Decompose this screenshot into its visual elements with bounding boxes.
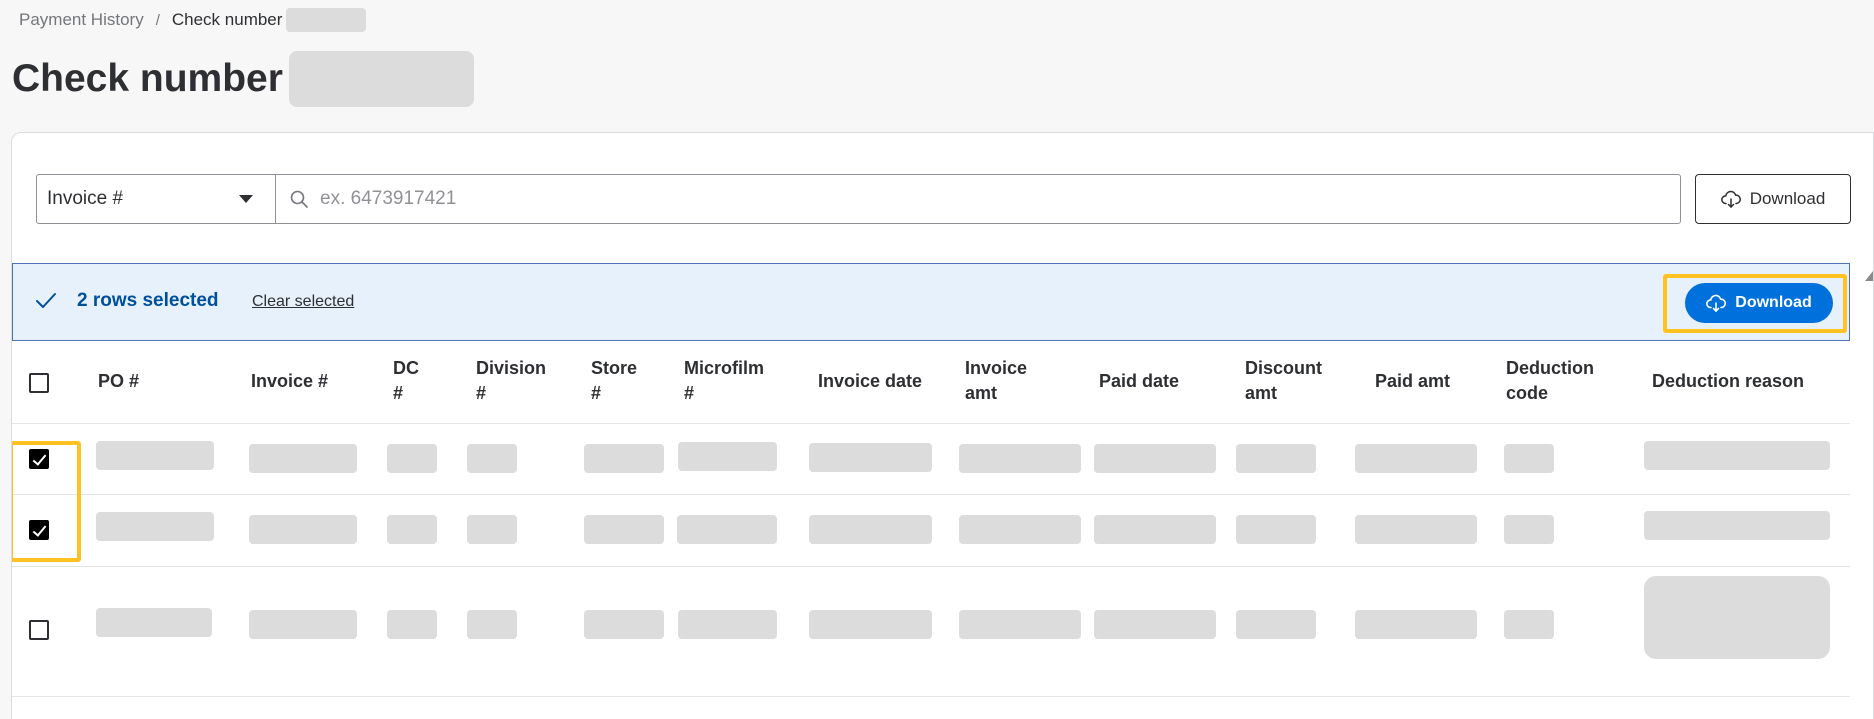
column-header-po[interactable]: PO # [98,369,139,394]
table-row[interactable] [12,495,1850,567]
column-header-deduction-reason[interactable]: Deduction reason [1652,369,1804,394]
redacted-cell [1355,444,1477,473]
column-header-invoice-date[interactable]: Invoice date [818,369,922,394]
redacted-cell [959,444,1081,473]
row-checkbox[interactable] [29,620,49,640]
redacted-cell [1094,515,1216,544]
cloud-download-icon [1706,294,1727,312]
redacted-cell [387,515,437,544]
redacted-cell [96,608,212,637]
redacted-cell [584,515,664,544]
redacted-cell [809,515,932,544]
chevron-down-icon [239,195,253,203]
download-all-button[interactable]: Download [1695,174,1851,224]
redacted-check-number-title [288,51,474,107]
page: Payment History / Check number Check num… [0,0,1874,719]
column-header-microfilm[interactable]: Microfilm # [684,356,764,406]
redacted-cell [467,610,517,639]
redacted-cell [467,515,517,544]
breadcrumb-link-payment-history[interactable]: Payment History [19,10,144,30]
redacted-cell [1236,444,1316,473]
column-header-deduction-code[interactable]: Deduction code [1506,356,1594,406]
redacted-cell [1094,610,1216,639]
redacted-cell [1504,610,1554,639]
redacted-cell [584,610,664,639]
selected-rows-count: 2 rows selected [77,290,219,311]
breadcrumb: Payment History / Check number [19,8,367,32]
selection-banner: 2 rows selected Clear selected [12,263,1850,341]
download-selected-label: Download [1735,294,1812,311]
page-title-text: Check number [12,57,283,100]
column-header-invoice-number[interactable]: Invoice # [251,369,328,394]
redacted-cell [1644,576,1830,659]
redacted-check-number [286,8,367,32]
clear-selected-link[interactable]: Clear selected [252,293,354,311]
redacted-cell [1644,441,1830,470]
redacted-cell [96,512,214,541]
results-card: Invoice # Download 2 rows selected Clea [11,132,1874,719]
page-title: Check number [12,50,474,108]
selected-rows-highlight [12,441,81,562]
redacted-cell [677,515,777,544]
redacted-cell [584,444,664,473]
redacted-cell [678,442,777,471]
table-row[interactable] [12,567,1850,697]
select-all-checkbox[interactable] [29,373,49,393]
redacted-cell [249,444,357,473]
search-type-select[interactable]: Invoice # [36,174,276,224]
redacted-cell [96,441,214,470]
redacted-cell [1644,511,1830,540]
redacted-cell [1236,610,1316,639]
redacted-cell [1355,610,1477,639]
column-header-dc[interactable]: DC # [393,356,419,406]
column-header-discount-amt[interactable]: Discount amt [1245,356,1322,406]
redacted-cell [1094,444,1216,473]
redacted-cell [809,443,932,472]
search-input[interactable] [320,188,1620,210]
redacted-cell [467,444,517,473]
scroll-up-arrow[interactable] [1865,271,1873,281]
column-header-division[interactable]: Division # [476,356,546,406]
search-type-value: Invoice # [47,188,124,209]
redacted-cell [1355,515,1477,544]
checkmark-icon [36,293,56,308]
breadcrumb-separator: / [155,11,160,29]
redacted-cell [249,515,357,544]
redacted-cell [959,515,1081,544]
column-header-store[interactable]: Store # [591,356,637,406]
redacted-cell [1504,444,1554,473]
search-field[interactable] [275,174,1681,224]
redacted-cell [678,610,777,639]
redacted-cell [387,610,437,639]
table-row[interactable] [12,425,1850,495]
redacted-cell [1236,515,1316,544]
download-selected-button[interactable]: Download [1685,283,1833,323]
redacted-cell [959,610,1081,639]
download-all-label: Download [1749,189,1826,208]
column-header-invoice-amt[interactable]: Invoice amt [965,356,1027,406]
breadcrumb-current: Check number [171,10,283,29]
cloud-download-icon [1720,190,1741,208]
column-header-paid-amt[interactable]: Paid amt [1375,369,1450,394]
search-icon [290,190,308,208]
column-header-paid-date[interactable]: Paid date [1099,369,1179,394]
table-header: PO # Invoice # DC # Division # Store # Micr… [12,341,1850,424]
redacted-cell [387,444,437,473]
redacted-cell [809,610,932,639]
redacted-cell [249,610,357,639]
redacted-cell [1504,515,1554,544]
